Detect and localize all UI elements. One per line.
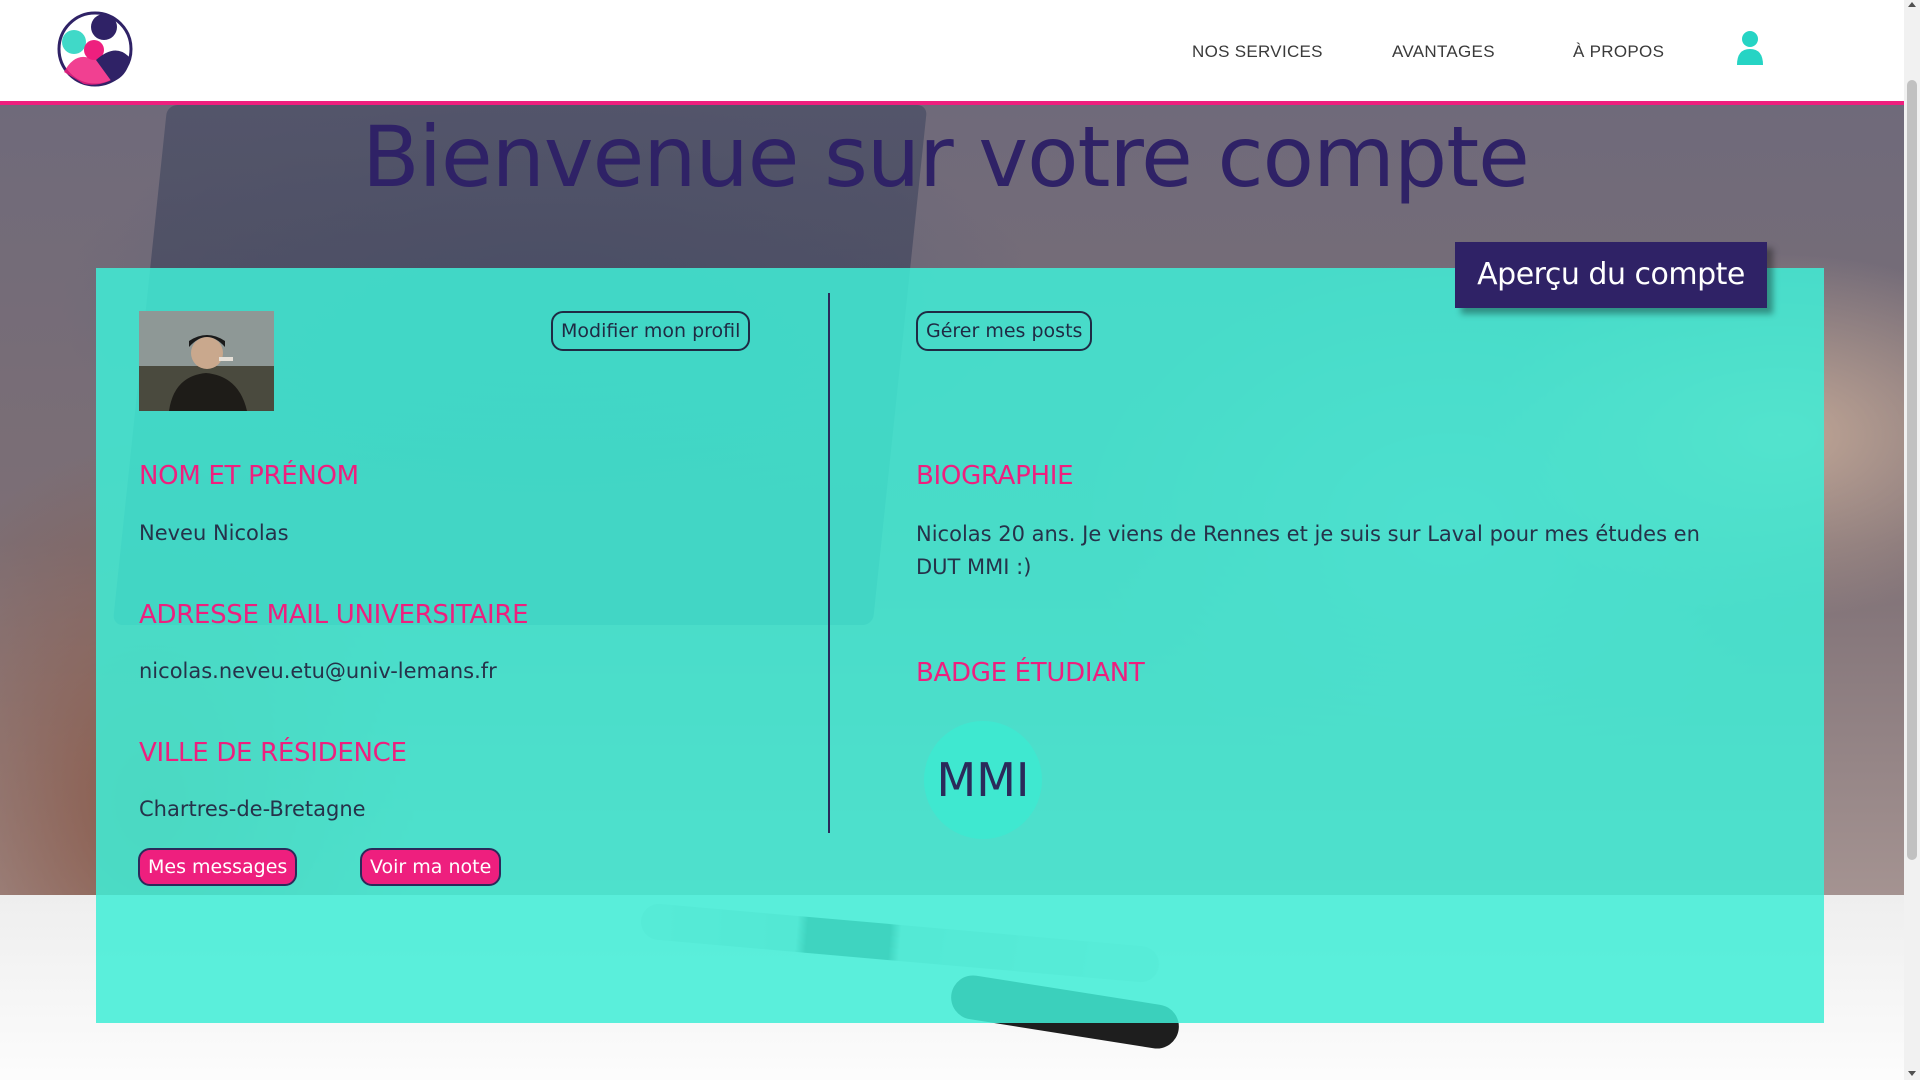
account-overview-label: Aperçu du compte — [1455, 242, 1767, 308]
messages-button[interactable]: Mes messages — [138, 848, 298, 886]
email-value: nicolas.neveu.etu@univ-lemans.fr — [139, 659, 497, 683]
student-badge: MMI — [924, 721, 1042, 839]
scroll-up-arrow-icon[interactable] — [1908, 2, 1916, 7]
student-badge-heading: BADGE ÉTUDIANT — [916, 658, 1145, 688]
name-value: Neveu Nicolas — [139, 521, 289, 545]
avatar — [139, 311, 274, 411]
site-header: NOS SERVICES AVANTAGES À PROPOS — [0, 0, 1904, 105]
scroll-down-arrow-icon[interactable] — [1908, 1071, 1916, 1076]
account-panel: Modifier mon profil NOM ET PRÉNOM Neveu … — [96, 268, 1824, 1023]
scrollbar-thumb[interactable] — [1907, 80, 1917, 860]
site-logo[interactable] — [56, 10, 134, 88]
city-value: Chartres-de-Bretagne — [139, 797, 366, 821]
biography-text: Nicolas 20 ans. Je viens de Rennes et je… — [916, 522, 1700, 579]
user-icon[interactable] — [1736, 30, 1764, 66]
nav-link-apropos[interactable]: À PROPOS — [1573, 42, 1664, 62]
edit-profile-button[interactable]: Modifier mon profil — [551, 311, 751, 351]
manage-posts-button[interactable]: Gérer mes posts — [916, 311, 1093, 351]
view-grade-button[interactable]: Voir ma note — [360, 848, 502, 886]
nav-link-services[interactable]: NOS SERVICES — [1192, 42, 1323, 62]
city-heading: VILLE DE RÉSIDENCE — [139, 738, 407, 768]
name-heading: NOM ET PRÉNOM — [139, 461, 359, 491]
column-divider — [828, 293, 830, 833]
page-scrollbar[interactable] — [1904, 0, 1920, 1080]
biography-heading: BIOGRAPHIE — [916, 461, 1074, 491]
email-heading: ADRESSE MAIL UNIVERSITAIRE — [139, 600, 529, 630]
nav-link-avantages[interactable]: AVANTAGES — [1392, 42, 1495, 62]
page-title: Bienvenue sur votre compte — [362, 108, 1530, 206]
